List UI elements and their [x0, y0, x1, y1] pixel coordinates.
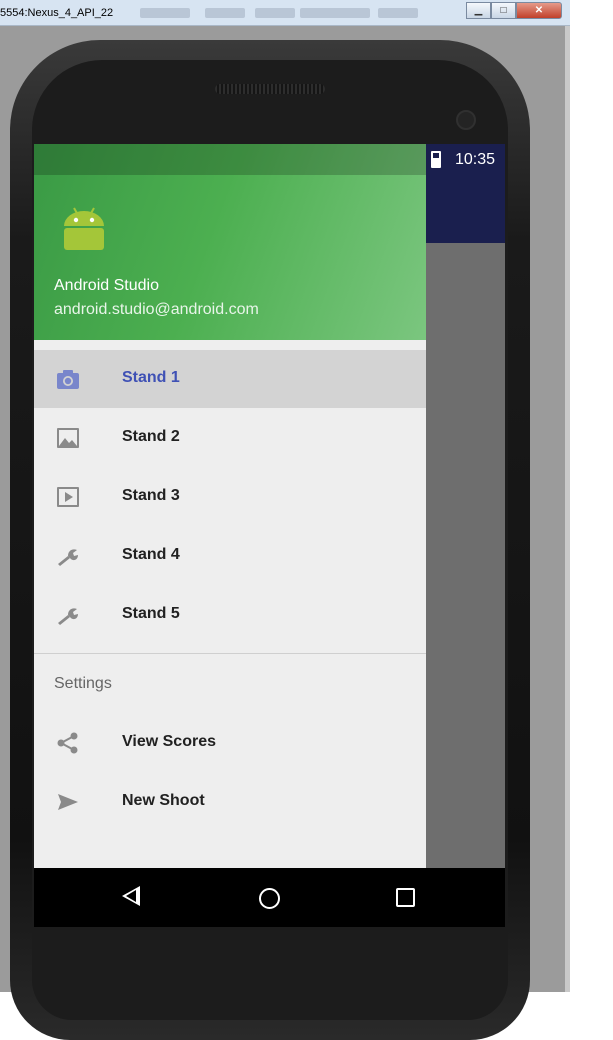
- minimize-button[interactable]: ▁: [466, 2, 491, 19]
- wrench-icon: [58, 608, 78, 625]
- send-icon: [58, 794, 78, 810]
- menu-item-stand-3[interactable]: Stand 3: [34, 468, 426, 526]
- menu-item-view-scores[interactable]: View Scores: [34, 714, 426, 772]
- blurred-taskbar-item: [378, 8, 418, 18]
- navigation-bar: [34, 868, 505, 927]
- menu-item-stand-1[interactable]: Stand 1: [34, 350, 426, 408]
- user-email: android.studio@android.com: [54, 301, 259, 318]
- window-title-bar: 5554:Nexus_4_API_22 ▁ □ ✕: [0, 0, 570, 26]
- window-title: 5554:Nexus_4_API_22: [0, 7, 114, 19]
- drawer-status-scrim: [34, 144, 426, 175]
- blurred-taskbar-item: [300, 8, 370, 18]
- android-icon: [64, 207, 104, 250]
- slideshow-icon: [57, 487, 79, 507]
- window-controls: ▁ □ ✕: [466, 2, 562, 19]
- menu-item-label: Stand 2: [122, 428, 180, 445]
- menu-item-label: Stand 3: [122, 487, 180, 504]
- menu-item-label: Stand 5: [122, 605, 180, 622]
- wrench-icon: [58, 549, 78, 566]
- menu-item-label: View Scores: [122, 733, 216, 750]
- battery-icon: [431, 151, 441, 168]
- blurred-taskbar-item: [255, 8, 295, 18]
- menu-item-label: New Shoot: [122, 792, 205, 809]
- window-scrollbar[interactable]: [565, 26, 570, 992]
- home-icon[interactable]: [259, 888, 280, 909]
- menu-divider: [34, 653, 426, 654]
- share-icon: [57, 732, 78, 754]
- menu-item-new-shoot[interactable]: New Shoot: [34, 773, 426, 831]
- device-screen: 3G 10:35 Android Studio android.studio@a…: [34, 144, 505, 927]
- menu-item-stand-5[interactable]: Stand 5: [34, 586, 426, 644]
- recent-apps-icon[interactable]: [396, 888, 415, 907]
- camera-icon: [57, 370, 79, 389]
- close-button[interactable]: ✕: [516, 2, 562, 19]
- maximize-button[interactable]: □: [491, 2, 516, 19]
- navigation-drawer: Android Studio android.studio@android.co…: [34, 144, 426, 868]
- menu-item-stand-2[interactable]: Stand 2: [34, 409, 426, 467]
- blurred-taskbar-item: [205, 8, 245, 18]
- menu-item-label: Stand 1: [122, 369, 180, 386]
- drawer-header: Android Studio android.studio@android.co…: [34, 144, 426, 340]
- menu-item-label: Stand 4: [122, 546, 180, 563]
- back-icon[interactable]: [122, 886, 140, 906]
- blurred-taskbar-item: [140, 8, 190, 18]
- status-time: 10:35: [454, 151, 495, 168]
- front-camera: [456, 110, 476, 130]
- menu-item-stand-4[interactable]: Stand 4: [34, 527, 426, 585]
- gallery-icon: [57, 428, 79, 448]
- user-name: Android Studio: [54, 277, 159, 294]
- speaker-grille: [215, 84, 325, 94]
- settings-section-title: Settings: [54, 675, 112, 692]
